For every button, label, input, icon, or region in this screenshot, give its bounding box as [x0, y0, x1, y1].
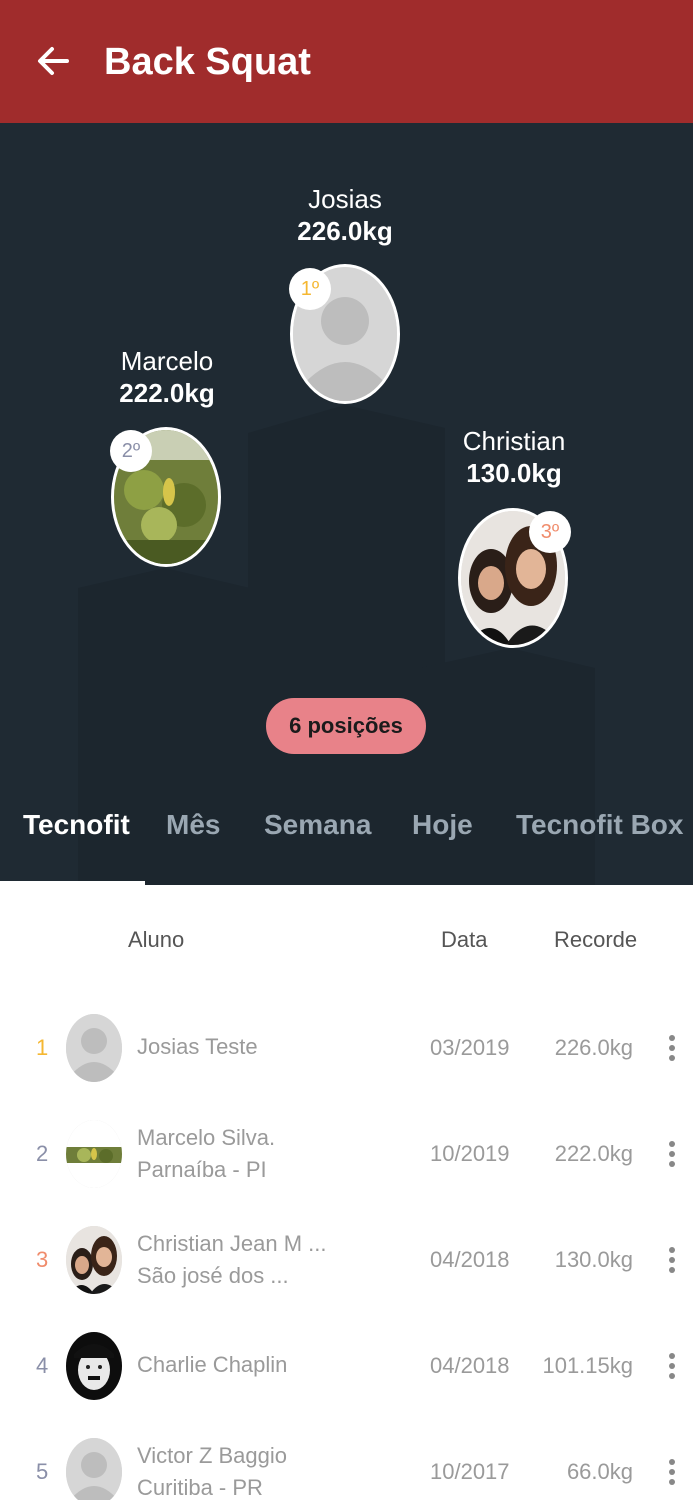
row-more-button[interactable] [662, 1207, 682, 1313]
podium-first-value: 226.0kg [297, 216, 393, 246]
avatar [66, 1120, 122, 1188]
row-record: 222.0kg [554, 1141, 633, 1166]
avatar [66, 1014, 122, 1082]
plant-photo [66, 1120, 122, 1188]
table-row[interactable]: 1 Josias Teste 03/2019 226.0kg [0, 995, 693, 1101]
ranking-table-header: Aluno Data Recorde [0, 885, 693, 985]
row-more-button[interactable] [662, 1101, 682, 1207]
table-row[interactable]: 5 Victor Z Baggio Curitiba - PR 10/2017 … [0, 1419, 693, 1500]
podium-section: Josias 226.0kg 1º Marcelo 222.0kg 2º Chr… [0, 123, 693, 885]
arrow-left-icon [38, 47, 69, 75]
avatar [66, 1332, 122, 1400]
podium-first-label: Josias 226.0kg [245, 183, 445, 247]
row-rank: 5 [36, 1459, 49, 1484]
table-row[interactable]: 4 Charlie Chaplin 04/2018 101.15kg [0, 1313, 693, 1419]
row-student-location: São josé dos ... [137, 1263, 289, 1288]
row-student-name: Christian Jean M ... [137, 1231, 327, 1256]
tab-semana[interactable]: Semana [264, 809, 371, 841]
row-rank: 1 [36, 1035, 49, 1060]
more-vertical-icon [669, 1141, 675, 1167]
row-record: 66.0kg [566, 1459, 633, 1484]
default-user-icon [66, 1438, 122, 1500]
header-record: Recorde [554, 927, 638, 952]
row-student-name: Josias Teste [137, 1034, 258, 1059]
row-record: 130.0kg [554, 1247, 633, 1272]
row-rank: 3 [36, 1247, 49, 1272]
two-women-photo [66, 1226, 122, 1294]
row-rank: 2 [36, 1141, 49, 1166]
row-date: 03/2019 [430, 1035, 510, 1060]
podium-third-name: Christian [462, 426, 566, 456]
row-student-location: Parnaíba - PI [137, 1157, 267, 1182]
tab-tecnofit-box[interactable]: Tecnofit Box [516, 809, 683, 841]
avatar [66, 1438, 122, 1500]
podium-second-label: Marcelo 222.0kg [67, 345, 267, 409]
tab-hoje[interactable]: Hoje [412, 809, 473, 841]
default-user-icon [66, 1014, 122, 1082]
podium-first-rank-badge: 1º [289, 268, 331, 310]
tab-mes[interactable]: Mês [166, 809, 220, 841]
row-date: 10/2017 [430, 1459, 510, 1484]
row-date: 04/2018 [430, 1353, 510, 1378]
row-date: 10/2019 [430, 1141, 510, 1166]
more-vertical-icon [669, 1035, 675, 1061]
podium-first-name: Josias [308, 184, 382, 214]
header-student: Aluno [128, 927, 185, 952]
positions-count-button[interactable]: 6 posições [266, 698, 426, 754]
podium-second-value: 222.0kg [119, 378, 215, 408]
table-row[interactable]: 2 Marcelo Silva. Parnaíba - PI 10/2019 2… [0, 1101, 693, 1207]
row-student-location: Curitiba - PR [137, 1475, 263, 1500]
podium-third-label: Christian 130.0kg [414, 425, 614, 489]
podium-second-rank-badge: 2º [110, 430, 152, 472]
row-more-button[interactable] [662, 1419, 682, 1500]
app-bar: Back Squat [0, 0, 693, 123]
row-student-name: Victor Z Baggio [137, 1443, 288, 1468]
more-vertical-icon [669, 1353, 675, 1379]
header-date: Data [441, 927, 488, 952]
row-record: 101.15kg [542, 1353, 633, 1378]
podium-third-value: 130.0kg [466, 458, 562, 488]
row-more-button[interactable] [662, 1313, 682, 1419]
row-student-name: Marcelo Silva. [137, 1125, 276, 1150]
more-vertical-icon [669, 1247, 675, 1273]
more-vertical-icon [669, 1459, 675, 1485]
page-title: Back Squat [104, 41, 311, 83]
chaplin-photo [66, 1332, 122, 1400]
period-tabs: Tecnofit Mês Semana Hoje Tecnofit Box [0, 795, 693, 885]
row-more-button[interactable] [662, 995, 682, 1101]
row-rank: 4 [36, 1353, 49, 1378]
row-date: 04/2018 [430, 1247, 510, 1272]
back-button[interactable] [30, 38, 76, 84]
avatar [66, 1226, 122, 1294]
podium-second-name: Marcelo [120, 346, 214, 376]
table-row[interactable]: 3 Christian Jean M ... São josé dos ... … [0, 1207, 693, 1313]
row-student-name: Charlie Chaplin [137, 1352, 288, 1377]
podium-third-rank-badge: 3º [529, 511, 571, 553]
row-record: 226.0kg [554, 1035, 633, 1060]
tab-tecnofit[interactable]: Tecnofit [23, 809, 130, 841]
